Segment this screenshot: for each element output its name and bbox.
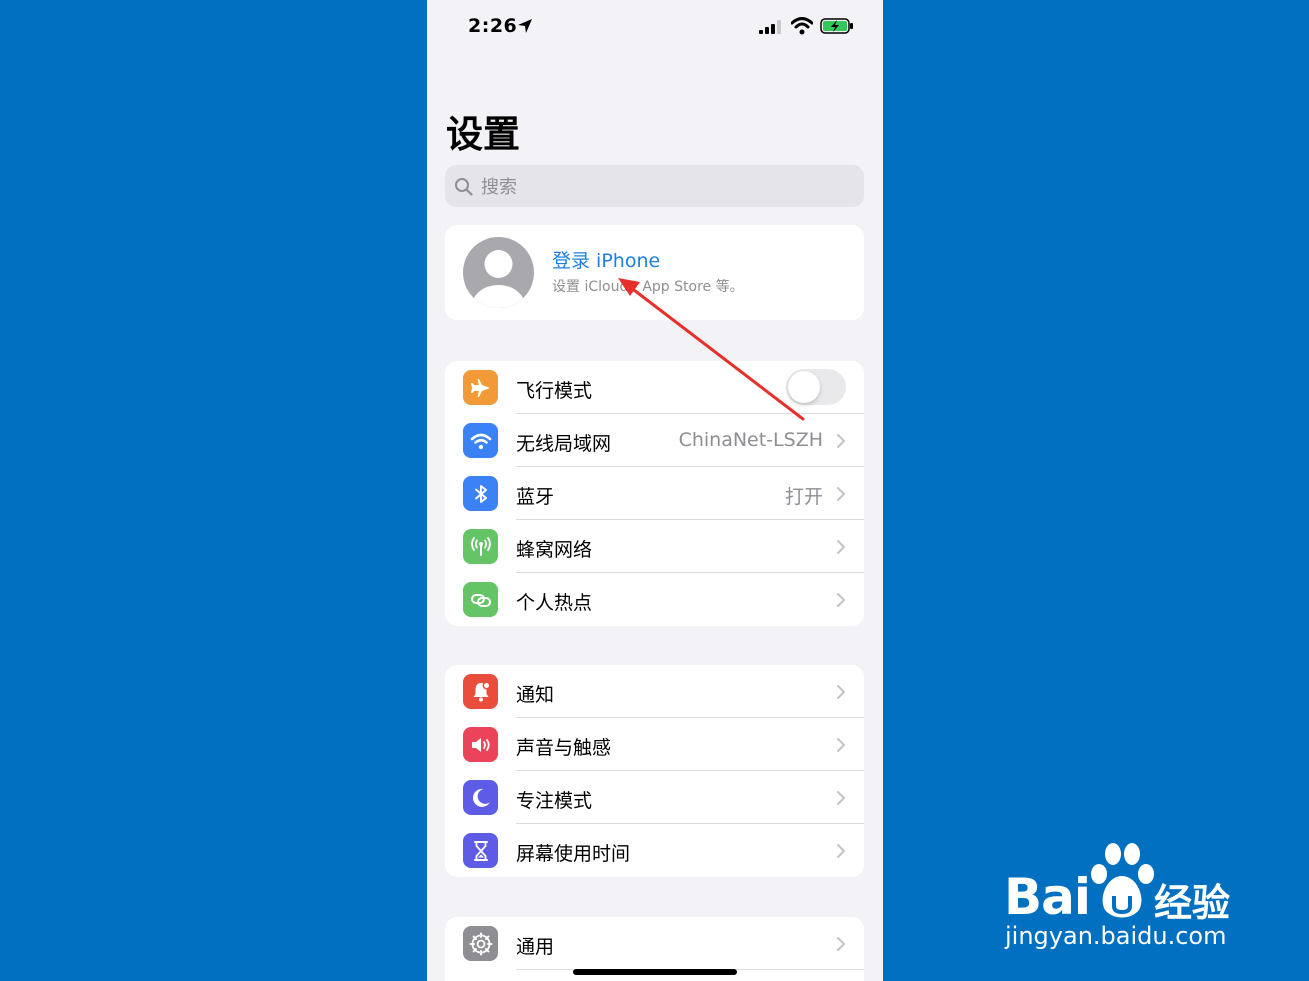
search-bar[interactable] — [445, 165, 864, 207]
speaker-icon — [463, 727, 498, 762]
antenna-icon — [463, 529, 498, 564]
chevron-right-icon — [837, 487, 845, 501]
settings-row-label: 飞行模式 — [516, 380, 593, 402]
avatar-placeholder-icon — [463, 237, 534, 308]
watermark-brand-cn: 经验 — [1154, 881, 1231, 925]
chevron-right-icon — [837, 540, 845, 554]
settings-row-label: 专注模式 — [516, 790, 593, 812]
settings-row-general[interactable]: 通用 — [445, 917, 864, 970]
watermark-brand: Bai — [1004, 868, 1091, 926]
sign-in-subtitle: 设置 iCloud、App Store 等。 — [552, 279, 744, 295]
cellular-signal-icon — [759, 20, 781, 34]
wifi-network-name: ChinaNet-LSZH — [678, 429, 823, 451]
toggle-knob — [788, 371, 820, 403]
chevron-right-icon — [837, 434, 845, 448]
settings-row-label: 通用 — [516, 936, 555, 958]
gear-icon — [463, 926, 498, 961]
settings-row-notifications[interactable]: 通知 — [445, 665, 864, 718]
wifi-status-icon — [791, 17, 813, 35]
chevron-right-icon — [837, 685, 845, 699]
chevron-right-icon — [837, 937, 845, 951]
search-input[interactable] — [479, 170, 853, 204]
status-time: 2:26 — [468, 15, 518, 37]
hotspot-link-icon — [463, 582, 498, 617]
sign-in-title: 登录 iPhone — [552, 250, 661, 272]
apple-id-sign-in-card[interactable]: 登录 iPhone 设置 iCloud、App Store 等。 — [445, 225, 864, 320]
settings-row-cellular[interactable]: 蜂窝网络 — [445, 520, 864, 573]
bluetooth-status: 打开 — [784, 486, 823, 508]
chevron-right-icon — [837, 844, 845, 858]
settings-row-label: 声音与触感 — [516, 737, 612, 759]
chevron-right-icon — [837, 593, 845, 607]
settings-row-label: 无线局域网 — [516, 433, 612, 455]
settings-row-sounds-haptics[interactable]: 声音与触感 — [445, 718, 864, 771]
page-title: 设置 — [446, 113, 520, 156]
baidu-jingyan-watermark: Bai 经验 jingyan.baidu.com — [1000, 838, 1250, 958]
settings-row-personal-hotspot[interactable]: 个人热点 — [445, 573, 864, 626]
battery-charging-icon — [820, 18, 853, 34]
search-icon — [455, 178, 473, 196]
baidu-paw-logo — [1091, 843, 1154, 918]
settings-row-focus[interactable]: 专注模式 — [445, 771, 864, 824]
airplane-icon — [463, 370, 498, 405]
home-indicator[interactable] — [573, 969, 737, 975]
hourglass-icon — [463, 833, 498, 868]
bell-icon — [463, 674, 498, 709]
settings-row-label: 屏幕使用时间 — [516, 843, 631, 865]
settings-row-label: 蜂窝网络 — [516, 539, 593, 561]
chevron-right-icon — [837, 791, 845, 805]
watermark-url: jingyan.baidu.com — [1005, 922, 1227, 950]
settings-row-screen-time[interactable]: 屏幕使用时间 — [445, 824, 864, 877]
status-bar: 2:26 — [427, 0, 883, 54]
location-arrow-icon — [518, 19, 532, 33]
bluetooth-icon — [463, 476, 498, 511]
settings-row-label: 个人热点 — [516, 592, 593, 614]
settings-row-label: 蓝牙 — [516, 486, 555, 508]
connectivity-settings-group: 飞行模式 无线局域网 ChinaNet-LSZH 蓝牙 打开 蜂窝网络 个人热点 — [445, 361, 864, 626]
phone-screen: 2:26 设置 搜索 登录 iPhone 设置 iCloud、App Store… — [427, 0, 883, 981]
moon-icon — [463, 780, 498, 815]
settings-row-airplane-mode[interactable]: 飞行模式 — [445, 361, 864, 414]
system-settings-group: 通知 声音与触感 专注模式 屏幕使用时间 — [445, 665, 864, 877]
settings-row-wifi[interactable]: 无线局域网 ChinaNet-LSZH — [445, 414, 864, 467]
chevron-right-icon — [837, 738, 845, 752]
airplane-mode-toggle[interactable] — [786, 369, 846, 405]
settings-row-label: 通知 — [516, 684, 555, 706]
settings-row-bluetooth[interactable]: 蓝牙 打开 — [445, 467, 864, 520]
wifi-icon — [463, 423, 498, 458]
